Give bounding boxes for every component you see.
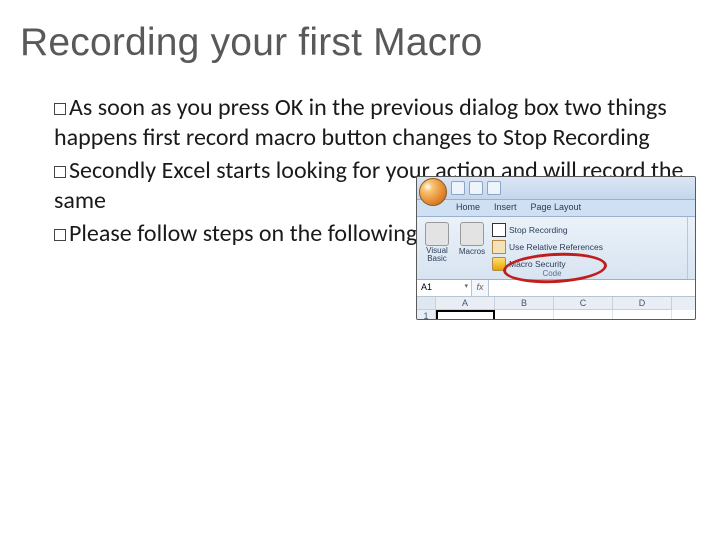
ribbon-group-label: Code — [417, 269, 687, 278]
bullet-lead: As — [69, 93, 92, 122]
tab-home: Home — [449, 200, 487, 216]
slide: Recording your first Macro As soon as yo… — [0, 0, 720, 540]
tab-pagelayout: Page Layout — [524, 200, 589, 216]
relative-references-button: Use Relative References — [492, 239, 622, 254]
worksheet: A B C D 1 — [417, 297, 695, 320]
formula-bar: A1 fx — [417, 280, 695, 297]
slide-title: Recording your first Macro — [20, 22, 696, 65]
qat-redo-icon — [487, 181, 501, 195]
tab-insert: Insert — [487, 200, 524, 216]
macros-label: Macros — [459, 247, 485, 256]
titlebar — [417, 177, 695, 200]
office-button-icon — [419, 178, 447, 206]
bullet-text: soon as you press OK in the previous dia… — [54, 93, 667, 152]
macro-security-label: Macro Security — [509, 259, 566, 269]
row-header-1: 1 — [417, 310, 436, 320]
ribbon-tabs: Home Insert Page Layout — [417, 200, 695, 217]
visual-basic-label: Visual Basic — [422, 247, 452, 264]
name-box: A1 — [417, 280, 472, 296]
qat-save-icon — [451, 181, 465, 195]
relative-references-label: Use Relative References — [509, 242, 603, 252]
bullet-item: As soon as you press OK in the previous … — [54, 93, 690, 154]
col-header-a: A — [436, 297, 495, 310]
col-header-b: B — [495, 297, 554, 310]
qat-undo-icon — [469, 181, 483, 195]
ribbon: Visual Basic Macros Stop Recording Use R… — [417, 217, 695, 280]
visual-basic-icon — [425, 222, 449, 246]
bullet-marker — [54, 166, 66, 178]
worksheet-row: 1 — [417, 310, 695, 320]
cell-b1 — [495, 310, 554, 320]
excel-ribbon-screenshot: Home Insert Page Layout Visual Basic Mac… — [416, 176, 696, 320]
bullet-lead: Please — [69, 219, 132, 248]
bullet-marker — [54, 103, 66, 115]
macros-icon — [460, 222, 484, 246]
col-header-d: D — [613, 297, 672, 310]
bullet-marker — [54, 229, 66, 241]
fx-icon: fx — [472, 280, 489, 296]
quick-access-toolbar — [451, 181, 501, 195]
select-all-corner — [417, 297, 436, 310]
stop-recording-button: Stop Recording — [492, 222, 622, 237]
cell-a1 — [436, 310, 495, 320]
bullet-lead: Secondly — [69, 156, 156, 185]
relative-references-icon — [492, 240, 506, 254]
formula-input — [489, 280, 695, 296]
cell-c1 — [554, 310, 613, 320]
col-header-c: C — [554, 297, 613, 310]
stop-recording-icon — [492, 223, 506, 237]
stop-recording-label: Stop Recording — [509, 225, 568, 235]
ribbon-group-code: Visual Basic Macros Stop Recording Use R… — [417, 217, 688, 279]
column-headers: A B C D — [417, 297, 695, 310]
cell-d1 — [613, 310, 672, 320]
